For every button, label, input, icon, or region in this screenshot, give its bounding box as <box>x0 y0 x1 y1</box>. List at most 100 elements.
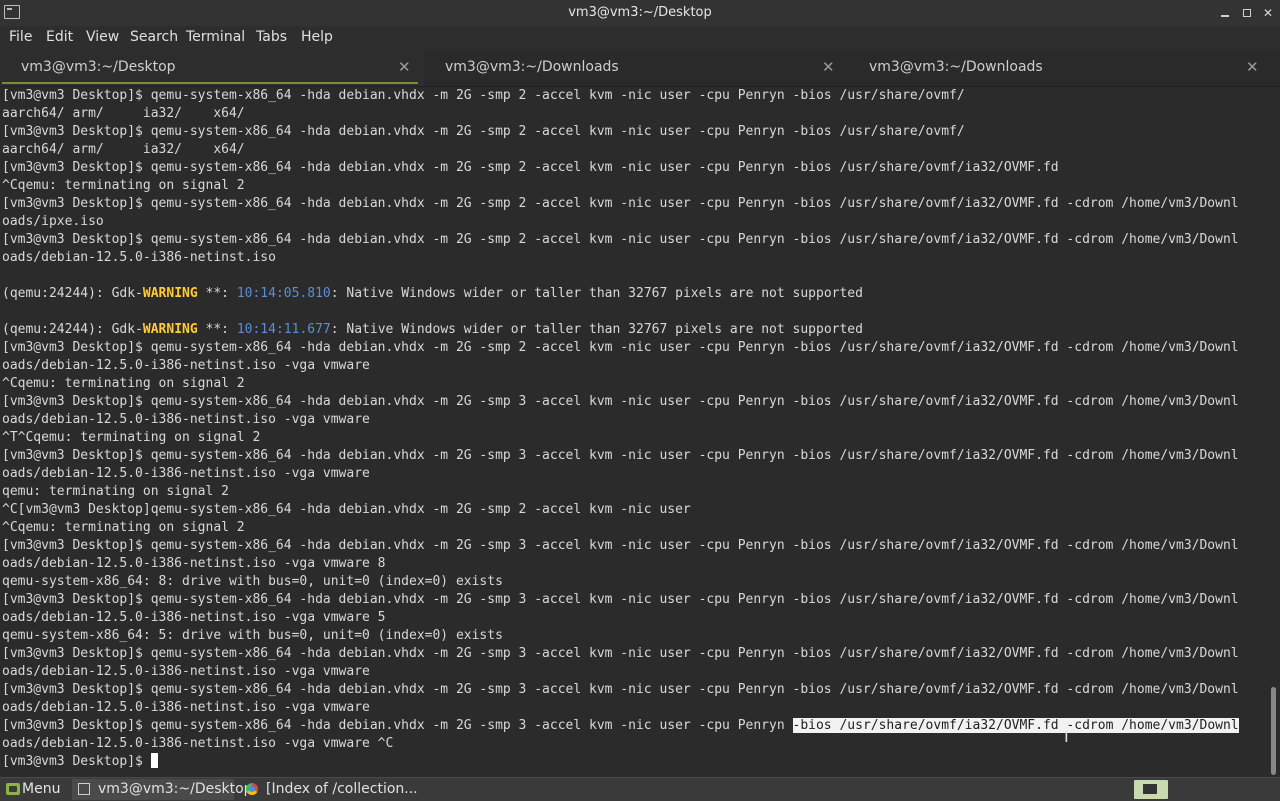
menu-view[interactable]: View <box>86 29 119 45</box>
terminal-text: oads/debian-12.5.0-i386-netinst.iso -vga… <box>2 664 370 679</box>
terminal-line: oads/ipxe.iso <box>2 213 1239 231</box>
window-title: vm3@vm3:~/Desktop <box>568 5 712 20</box>
menu-terminal[interactable]: Terminal <box>186 29 245 45</box>
menu-file[interactable]: File <box>9 29 32 45</box>
terminal-line: [vm3@vm3 Desktop]$ qemu-system-x86_64 -h… <box>2 717 1239 735</box>
close-icon: ✕ <box>1262 6 1274 20</box>
close-window-button[interactable]: ✕ <box>1259 4 1277 22</box>
tab-close-icon[interactable]: ✕ <box>822 58 835 76</box>
terminal-text: [vm3@vm3 Desktop]$ qemu-system-x86_64 -h… <box>2 646 1239 661</box>
workspace-switcher-icon[interactable] <box>1134 780 1168 799</box>
terminal-line: oads/debian-12.5.0-i386-netinst.iso -vga… <box>2 735 1239 753</box>
terminal-lines[interactable]: [vm3@vm3 Desktop]$ qemu-system-x86_64 -h… <box>2 87 1239 771</box>
terminal-line: ^C[vm3@vm3 Desktop]qemu-system-x86_64 -h… <box>2 501 1239 519</box>
terminal-text: ^Cqemu: terminating on signal 2 <box>2 520 245 535</box>
terminal-text: [vm3@vm3 Desktop]$ qemu-system-x86_64 -h… <box>2 448 1239 463</box>
terminal-text: oads/ipxe.iso <box>2 214 104 229</box>
tab-downloads-1[interactable]: vm3@vm3:~/Downloads ✕ <box>424 52 848 86</box>
text-cursor-ibeam-icon: I <box>1064 727 1069 746</box>
selected-text: -bios /usr/share/ovmf/ia32/OVMF.fd -cdro… <box>792 718 1239 733</box>
menu-bar: File Edit View Search Terminal Tabs Help <box>0 26 1280 50</box>
terminal-line: aarch64/ arm/ ia32/ x64/ <box>2 141 1239 159</box>
terminal-text: qemu-system-x86_64: 5: drive with bus=0,… <box>2 628 503 643</box>
terminal-text: [vm3@vm3 Desktop]$ qemu-system-x86_64 -h… <box>2 340 1239 355</box>
terminal-text: aarch64/ arm/ ia32/ x64/ <box>2 142 245 157</box>
terminal-text: aarch64/ arm/ ia32/ x64/ <box>2 106 245 121</box>
taskbar: Menu vm3@vm3:~/Desktop [Index of /collec… <box>0 777 1280 801</box>
warning-label: WARNING <box>142 322 198 337</box>
terminal-line: oads/debian-12.5.0-i386-netinst.iso -vga… <box>2 357 1239 375</box>
menu-help[interactable]: Help <box>301 29 333 45</box>
taskbar-item-terminal[interactable]: vm3@vm3:~/Desktop <box>72 779 253 800</box>
maximize-button[interactable] <box>1238 4 1256 22</box>
terminal-cursor <box>150 753 158 768</box>
terminal-line: ^Cqemu: terminating on signal 2 <box>2 375 1239 393</box>
tab-close-icon[interactable]: ✕ <box>398 58 411 76</box>
minimize-icon <box>1221 15 1229 17</box>
terminal-text: [vm3@vm3 Desktop]$ qemu-system-x86_64 -h… <box>2 160 1059 175</box>
terminal-text: ^Cqemu: terminating on signal 2 <box>2 376 245 391</box>
scrollbar-thumb[interactable] <box>1271 687 1276 775</box>
menu-edit[interactable]: Edit <box>46 29 73 45</box>
log-timestamp: 10:14:05.810 <box>236 286 331 301</box>
terminal-line: (qemu:24244): Gdk-WARNING **: 10:14:05.8… <box>2 285 1239 303</box>
terminal-line: ^Cqemu: terminating on signal 2 <box>2 177 1239 195</box>
menu-search[interactable]: Search <box>130 29 178 45</box>
terminal-text: ^C[vm3@vm3 Desktop]qemu-system-x86_64 -h… <box>2 502 691 517</box>
terminal-icon <box>78 783 90 795</box>
terminal-text: oads/debian-12.5.0-i386-netinst.iso <box>2 250 276 265</box>
tab-label: vm3@vm3:~/Downloads <box>869 59 1043 75</box>
taskbar-item-label: vm3@vm3:~/Desktop <box>98 781 253 797</box>
terminal-output[interactable]: [vm3@vm3 Desktop]$ qemu-system-x86_64 -h… <box>0 87 1268 775</box>
taskbar-item-browser[interactable]: [Index of /collection... <box>240 779 420 800</box>
mint-menu-icon <box>6 783 20 795</box>
terminal-line: (qemu:24244): Gdk-WARNING **: 10:14:11.6… <box>2 321 1239 339</box>
tab-desktop[interactable]: vm3@vm3:~/Desktop ✕ <box>0 52 424 86</box>
log-prefix: (qemu:24244): Gdk- <box>2 322 143 337</box>
terminal-line: oads/debian-12.5.0-i386-netinst.iso -vga… <box>2 663 1239 681</box>
tab-bar: vm3@vm3:~/Desktop ✕ vm3@vm3:~/Downloads … <box>0 52 1280 87</box>
terminal-line: qemu-system-x86_64: 5: drive with bus=0,… <box>2 627 1239 645</box>
menu-tabs[interactable]: Tabs <box>256 29 287 45</box>
terminal-line: [vm3@vm3 Desktop]$ qemu-system-x86_64 -h… <box>2 591 1239 609</box>
tab-downloads-2[interactable]: vm3@vm3:~/Downloads ✕ <box>848 52 1272 86</box>
terminal-line: [vm3@vm3 Desktop]$ qemu-system-x86_64 -h… <box>2 537 1239 555</box>
terminal-text: [vm3@vm3 Desktop]$ qemu-system-x86_64 -h… <box>2 124 965 139</box>
terminal-line: oads/debian-12.5.0-i386-netinst.iso -vga… <box>2 555 1239 573</box>
terminal-text: [vm3@vm3 Desktop]$ qemu-system-x86_64 -h… <box>2 88 965 103</box>
terminal-line: ^T^Cqemu: terminating on signal 2 <box>2 429 1239 447</box>
terminal-line: oads/debian-12.5.0-i386-netinst.iso -vga… <box>2 411 1239 429</box>
terminal-text: oads/debian-12.5.0-i386-netinst.iso -vga… <box>2 358 370 373</box>
active-tab-indicator <box>2 82 418 84</box>
terminal-text: qemu-system-x86_64: 8: drive with bus=0,… <box>2 574 503 589</box>
log-timestamp: 10:14:11.677 <box>236 322 331 337</box>
terminal-line: oads/debian-12.5.0-i386-netinst.iso <box>2 249 1239 267</box>
terminal-line: [vm3@vm3 Desktop]$ qemu-system-x86_64 -h… <box>2 123 1239 141</box>
terminal-text: [vm3@vm3 Desktop]$ qemu-system-x86_64 -h… <box>2 538 1239 553</box>
terminal-line: oads/debian-12.5.0-i386-netinst.iso -vga… <box>2 609 1239 627</box>
start-menu-button[interactable]: Menu <box>0 778 64 801</box>
terminal-text: ^T^Cqemu: terminating on signal 2 <box>2 430 261 445</box>
window-titlebar[interactable]: vm3@vm3:~/Desktop ✕ <box>0 0 1280 27</box>
terminal-text: [vm3@vm3 Desktop]$ qemu-system-x86_64 -h… <box>2 394 1239 409</box>
terminal-text: [vm3@vm3 Desktop]$ qemu-system-x86_64 -h… <box>2 682 1239 697</box>
log-prefix: (qemu:24244): Gdk- <box>2 286 143 301</box>
tab-label: vm3@vm3:~/Desktop <box>21 59 176 75</box>
shell-prompt: [vm3@vm3 Desktop]$ <box>2 754 151 769</box>
terminal-text: [vm3@vm3 Desktop]$ qemu-system-x86_64 -h… <box>2 592 1239 607</box>
terminal-text: [vm3@vm3 Desktop]$ qemu-system-x86_64 -h… <box>2 718 793 733</box>
start-menu-label: Menu <box>22 781 61 797</box>
terminal-line: qemu-system-x86_64: 8: drive with bus=0,… <box>2 573 1239 591</box>
terminal-line: oads/debian-12.5.0-i386-netinst.iso -vga… <box>2 465 1239 483</box>
warning-label: WARNING <box>142 286 198 301</box>
terminal-scrollbar[interactable] <box>1268 87 1280 775</box>
terminal-line: [vm3@vm3 Desktop]$ qemu-system-x86_64 -h… <box>2 231 1239 249</box>
terminal-line: [vm3@vm3 Desktop]$ qemu-system-x86_64 -h… <box>2 339 1239 357</box>
minimize-button[interactable] <box>1216 4 1234 22</box>
terminal-line: [vm3@vm3 Desktop]$ qemu-system-x86_64 -h… <box>2 447 1239 465</box>
terminal-line: ^Cqemu: terminating on signal 2 <box>2 519 1239 537</box>
tab-close-icon[interactable]: ✕ <box>1246 58 1259 76</box>
log-message: : Native Windows wider or taller than 32… <box>330 286 863 301</box>
terminal-line: [vm3@vm3 Desktop]$ qemu-system-x86_64 -h… <box>2 159 1239 177</box>
